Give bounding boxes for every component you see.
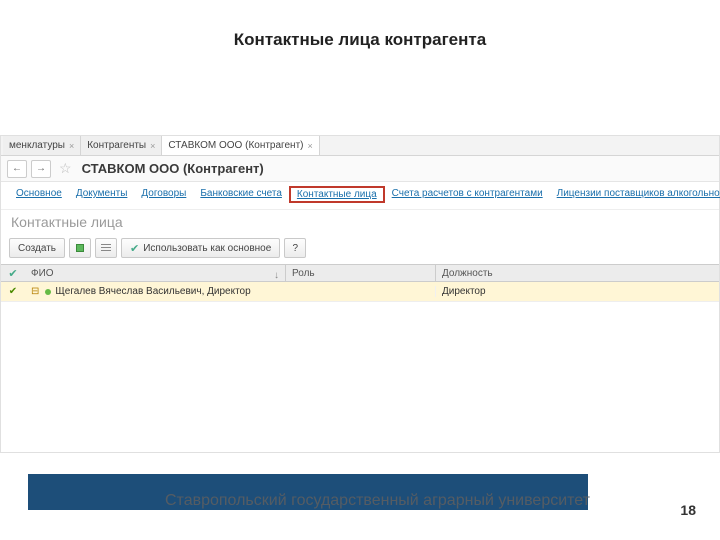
cell-fio: ⊟ Щегалев Вячеслав Васильевич, Директор (25, 286, 285, 297)
toolbar: ← → ☆ СТАВКОМ ООО (Контрагент) (1, 156, 719, 182)
nav-bank-accounts[interactable]: Банковские счета (193, 186, 289, 203)
nav-settlement-accounts[interactable]: Счета расчетов с контрагентами (385, 186, 550, 203)
nav-alcohol-licenses[interactable]: Лицензии поставщиков алкогольной продукц… (550, 186, 720, 203)
nav-contracts[interactable]: Договоры (134, 186, 193, 203)
tab-counterparties[interactable]: Контрагенты × (81, 136, 162, 155)
col-fio-label: ФИО (31, 268, 54, 279)
add-folder-button[interactable] (69, 238, 91, 258)
action-bar: Создать ✔ Использовать как основное ? (1, 236, 719, 264)
col-fio[interactable]: ФИО ↓ (25, 268, 285, 279)
list-view-button[interactable] (95, 238, 117, 258)
favorite-icon[interactable]: ☆ (55, 160, 76, 177)
col-position-label: Должность (442, 268, 493, 279)
page-number: 18 (680, 502, 696, 518)
col-position[interactable]: Должность (435, 265, 719, 281)
close-icon[interactable]: × (69, 141, 74, 151)
table-row[interactable]: ✔ ⊟ Щегалев Вячеслав Васильевич, Директо… (1, 282, 719, 302)
forward-button[interactable]: → (31, 160, 51, 178)
check-icon: ✔ (130, 242, 139, 255)
tab-label: менклатуры (9, 140, 65, 151)
folder-icon (76, 244, 84, 252)
help-button[interactable]: ? (284, 238, 306, 258)
slide-title: Контактные лица контрагента (0, 0, 720, 60)
table-header: ✔ ФИО ↓ Роль Должность (1, 264, 719, 282)
back-button[interactable]: ← (7, 160, 27, 178)
tab-bar: менклатуры × Контрагенты × СТАВКОМ ООО (… (1, 136, 719, 156)
nav-main[interactable]: Основное (9, 186, 69, 203)
close-icon[interactable]: × (150, 141, 155, 151)
tab-stavkom[interactable]: СТАВКОМ ООО (Контрагент) × (162, 136, 319, 155)
empty-area (1, 302, 719, 452)
use-as-main-button[interactable]: ✔ Использовать как основное (121, 238, 280, 258)
cell-position: Директор (435, 286, 719, 297)
hierarchy-icon: ⊟ (31, 286, 41, 297)
page-title: СТАВКОМ ООО (Контрагент) (80, 161, 264, 176)
use-as-main-label: Использовать как основное (143, 243, 271, 254)
nav-contact-persons[interactable]: Контактные лица (289, 186, 385, 203)
tab-nomenclature[interactable]: менклатуры × (3, 136, 81, 155)
row-check[interactable]: ✔ (1, 286, 25, 297)
list-icon (101, 244, 111, 252)
nav-links: Основное Документы Договоры Банковские с… (1, 182, 719, 210)
fio-text: Щегалев Вячеслав Васильевич, Директор (55, 286, 250, 297)
close-icon[interactable]: × (307, 141, 312, 151)
col-check[interactable]: ✔ (1, 267, 25, 280)
col-role[interactable]: Роль (285, 265, 435, 281)
sort-icon: ↓ (274, 270, 279, 281)
footer-band (28, 474, 588, 510)
app-window: менклатуры × Контрагенты × СТАВКОМ ООО (… (0, 135, 720, 453)
create-button[interactable]: Создать (9, 238, 65, 258)
section-title: Контактные лица (1, 210, 719, 236)
help-label: ? (293, 243, 299, 254)
nav-documents[interactable]: Документы (69, 186, 135, 203)
tab-label: Контрагенты (87, 140, 146, 151)
tab-label: СТАВКОМ ООО (Контрагент) (168, 140, 303, 151)
create-label: Создать (18, 243, 56, 254)
status-dot-icon (45, 289, 51, 295)
col-role-label: Роль (292, 268, 315, 279)
